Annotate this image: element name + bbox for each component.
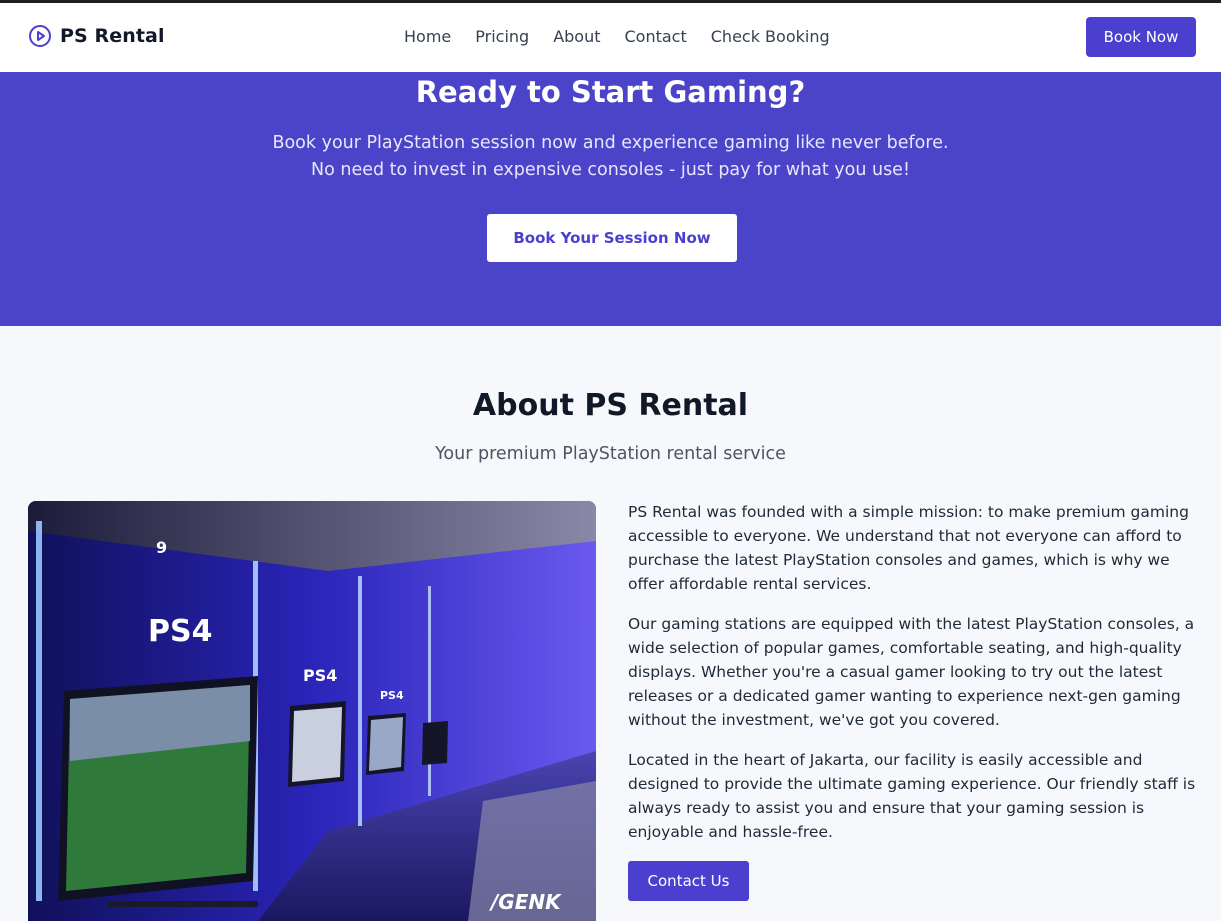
svg-text:PS4: PS4: [380, 689, 404, 702]
nav-about[interactable]: About: [553, 27, 600, 46]
brand-logo[interactable]: PS Rental: [28, 24, 165, 48]
svg-text:PS4: PS4: [303, 666, 337, 685]
contact-us-button[interactable]: Contact Us: [628, 861, 749, 901]
about-subtitle: Your premium PlayStation rental service: [435, 444, 786, 464]
image-watermark: /GENK: [489, 890, 562, 914]
brand-name: PS Rental: [60, 25, 165, 47]
gaming-room-photo: PS4 PS4 PS4 9 /GENK: [28, 501, 596, 921]
cta-subtitle: Book your PlayStation session now and ex…: [0, 130, 1221, 184]
svg-text:PS4: PS4: [148, 614, 212, 649]
navbar: PS Rental Home Pricing About Contact Che…: [0, 3, 1221, 72]
cta-subtitle-line-2: No need to invest in expensive consoles …: [311, 160, 910, 180]
book-now-button[interactable]: Book Now: [1086, 17, 1196, 57]
cta-section: Ready to Start Gaming? Book your PlaySta…: [0, 72, 1221, 326]
about-paragraph-1: PS Rental was founded with a simple miss…: [628, 503, 1189, 593]
nav-check-booking[interactable]: Check Booking: [711, 27, 830, 46]
book-session-button[interactable]: Book Your Session Now: [487, 214, 737, 262]
about-description: PS Rental was founded with a simple miss…: [628, 500, 1200, 860]
nav-contact[interactable]: Contact: [625, 27, 687, 46]
nav-home[interactable]: Home: [404, 27, 451, 46]
cta-subtitle-line-1: Book your PlayStation session now and ex…: [272, 133, 949, 153]
about-paragraph-3: Located in the heart of Jakarta, our fac…: [628, 751, 1196, 841]
about-paragraph-2: Our gaming stations are equipped with th…: [628, 615, 1195, 729]
nav-pricing[interactable]: Pricing: [475, 27, 529, 46]
about-title: About PS Rental: [472, 388, 749, 423]
svg-text:9: 9: [156, 538, 167, 557]
cta-title: Ready to Start Gaming?: [415, 75, 806, 109]
main-nav: Home Pricing About Contact Check Booking: [404, 27, 830, 46]
play-circle-icon: [29, 25, 51, 47]
